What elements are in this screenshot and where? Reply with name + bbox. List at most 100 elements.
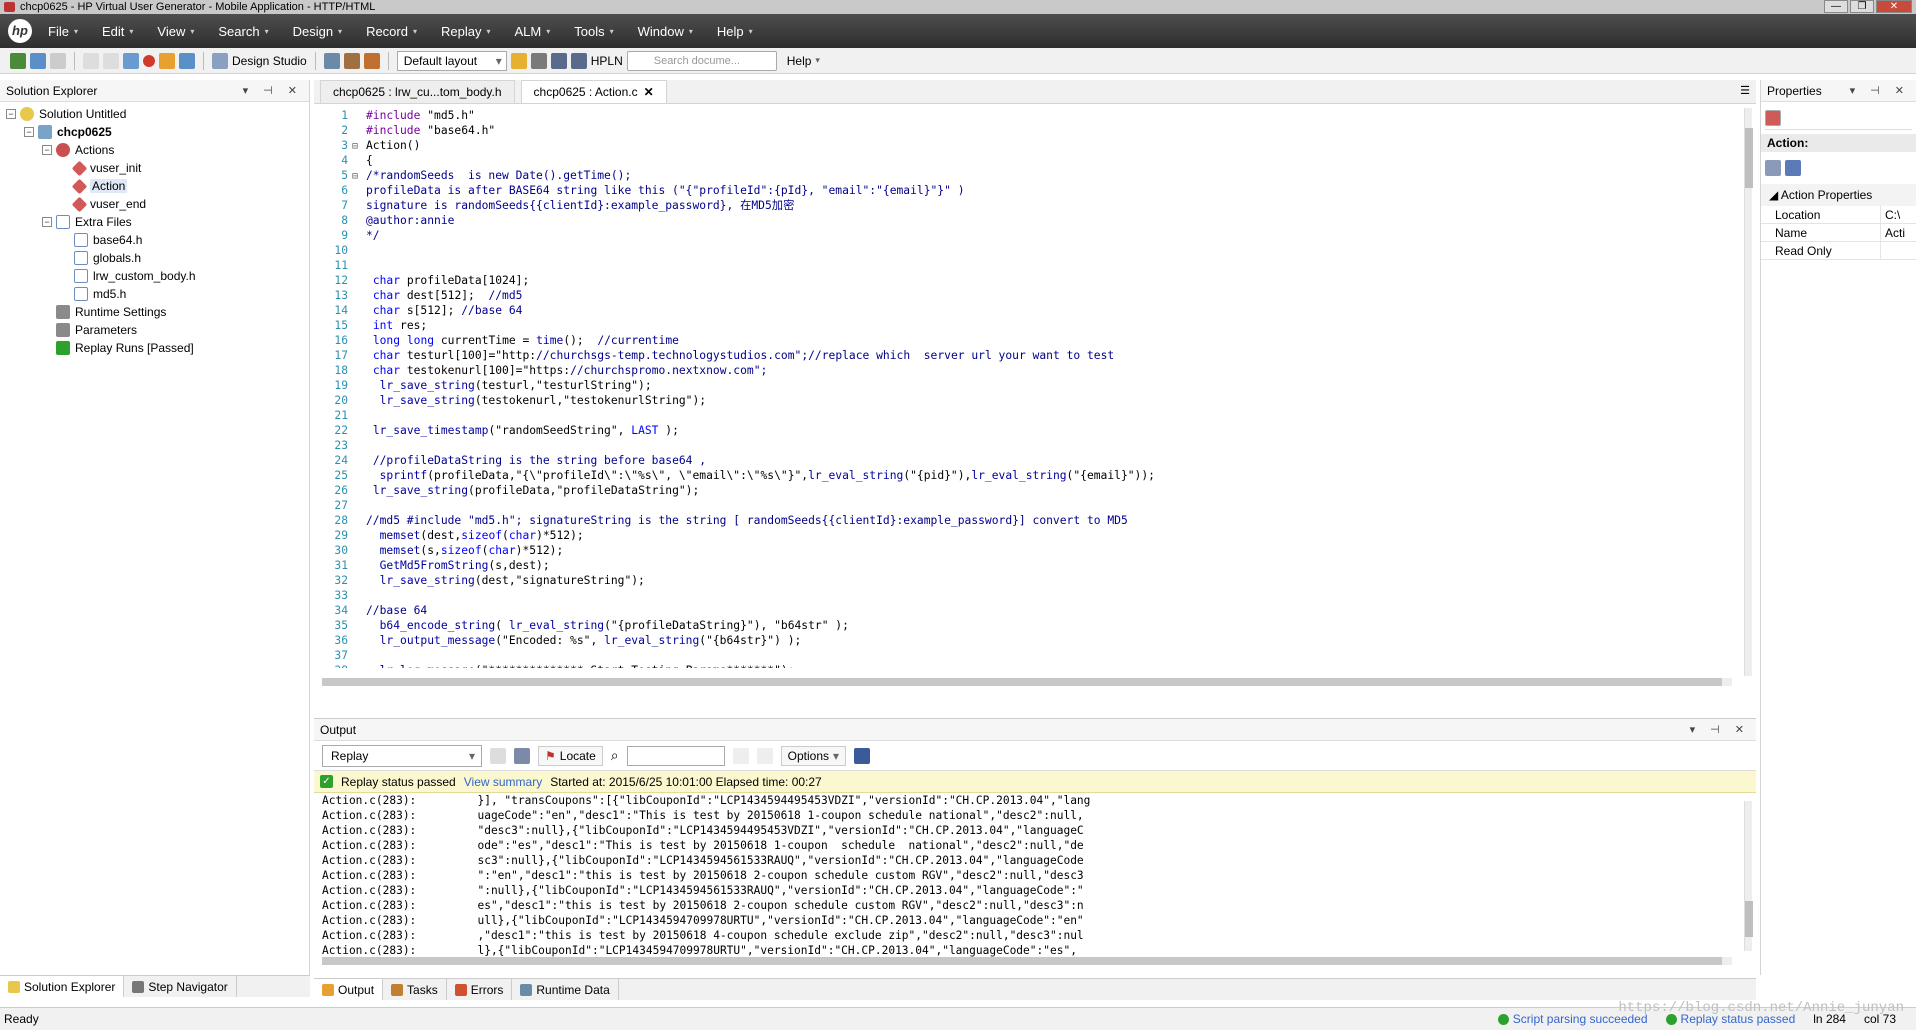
layout-icon[interactable] bbox=[570, 52, 587, 69]
menu-design[interactable]: Design ▾ bbox=[293, 24, 342, 39]
log-source[interactable]: Action.c(283): bbox=[322, 838, 464, 853]
collapse-toggle-icon[interactable]: − bbox=[24, 127, 34, 137]
tree-item-replay-runs-passed-[interactable]: Replay Runs [Passed] bbox=[0, 339, 309, 357]
tree-item-vuser-end[interactable]: vuser_end bbox=[0, 195, 309, 213]
tree-item-extra-files[interactable]: − Extra Files bbox=[0, 213, 309, 231]
code-line[interactable]: 24 //profileDataString is the string bef… bbox=[314, 453, 1744, 468]
pen-icon[interactable] bbox=[530, 52, 547, 69]
grid-icon[interactable] bbox=[550, 52, 567, 69]
tree-item-parameters[interactable]: Parameters bbox=[0, 321, 309, 339]
menu-tools[interactable]: Tools ▾ bbox=[574, 24, 613, 39]
tab-tasks[interactable]: Tasks bbox=[383, 979, 447, 1000]
code-line[interactable]: 35 b64_encode_string( lr_eval_string("{p… bbox=[314, 618, 1744, 633]
log-source[interactable]: Action.c(283): bbox=[322, 898, 464, 913]
search-icon[interactable]: ⌕ bbox=[611, 747, 619, 764]
clear-icon[interactable] bbox=[490, 747, 506, 764]
tree-view-icon[interactable] bbox=[323, 52, 340, 69]
editor-horizontal-scrollbar[interactable] bbox=[322, 678, 1732, 686]
code-line[interactable]: 29 memset(dest,sizeof(char)*512); bbox=[314, 528, 1744, 543]
save-icon[interactable] bbox=[50, 52, 66, 69]
output-horizontal-scrollbar[interactable] bbox=[322, 957, 1732, 965]
hpln-button[interactable]: HPLN bbox=[591, 54, 623, 68]
code-line[interactable]: 25 sprintf(profileData,"{\"profileId\":\… bbox=[314, 468, 1744, 483]
close-button[interactable]: ✕ bbox=[1876, 0, 1912, 13]
property-row[interactable]: Read Only bbox=[1761, 242, 1916, 260]
pane-controls[interactable]: ▾ ⊣ ✕ bbox=[1850, 80, 1910, 102]
code-line[interactable]: 17 char testurl[100]="http://churchsgs-t… bbox=[314, 348, 1744, 363]
tab-list-icon[interactable]: ☰ bbox=[1740, 84, 1750, 97]
locate-button[interactable]: ⚑ Locate bbox=[538, 745, 603, 766]
code-line[interactable]: 34 //base 64 bbox=[314, 603, 1744, 618]
action-properties-icon[interactable] bbox=[1765, 109, 1781, 126]
code-line[interactable]: 33 bbox=[314, 588, 1744, 603]
code-line[interactable]: 4{ bbox=[314, 153, 1744, 168]
regenerate-icon[interactable] bbox=[159, 52, 175, 69]
pane-controls[interactable]: ▾ ⊣ ✕ bbox=[243, 80, 303, 102]
tab-solution-explorer[interactable]: Solution Explorer bbox=[0, 976, 125, 997]
next-icon[interactable] bbox=[756, 747, 773, 764]
properties-category[interactable]: ◢ Action Properties bbox=[1761, 184, 1916, 206]
tree-item-actions[interactable]: − Actions bbox=[0, 141, 309, 159]
code-line[interactable]: 9 */ bbox=[314, 228, 1744, 243]
categorized-icon[interactable] bbox=[1765, 160, 1781, 176]
code-line[interactable]: 10 bbox=[314, 243, 1744, 258]
scroll-thumb[interactable] bbox=[1745, 128, 1753, 188]
tree-item-chcp0625[interactable]: − chcp0625 bbox=[0, 123, 309, 141]
code-line[interactable]: 30 memset(s,sizeof(char)*512); bbox=[314, 543, 1744, 558]
design-studio-button[interactable]: Design Studio bbox=[232, 54, 307, 68]
code-line[interactable]: 13 char dest[512]; //md5 bbox=[314, 288, 1744, 303]
help-button[interactable]: Help bbox=[787, 54, 812, 68]
code-line[interactable]: 19 lr_save_string(testurl,"testurlString… bbox=[314, 378, 1744, 393]
log-source[interactable]: Action.c(283): bbox=[322, 853, 464, 868]
menu-record[interactable]: Record ▾ bbox=[366, 24, 417, 39]
replay-icon[interactable] bbox=[179, 52, 195, 69]
tree-item-vuser-init[interactable]: vuser_init bbox=[0, 159, 309, 177]
code-line[interactable]: 20 lr_save_string(testokenurl,"testokenu… bbox=[314, 393, 1744, 408]
collapse-toggle-icon[interactable]: − bbox=[42, 217, 52, 227]
menu-window[interactable]: Window ▾ bbox=[638, 24, 693, 39]
code-line[interactable]: 8 @author:annie bbox=[314, 213, 1744, 228]
menu-edit[interactable]: Edit ▾ bbox=[102, 24, 133, 39]
tree-item-md5-h[interactable]: md5.h bbox=[0, 285, 309, 303]
tab-lrw-custom-body[interactable]: chcp0625 : lrw_cu...tom_body.h bbox=[320, 80, 515, 103]
code-line[interactable]: 12 char profileData[1024]; bbox=[314, 273, 1744, 288]
log-source[interactable]: Action.c(283): bbox=[322, 928, 464, 943]
code-line[interactable]: 31 GetMd5FromString(s,dest); bbox=[314, 558, 1744, 573]
code-line[interactable]: 38 lr_log_message("************** Start … bbox=[314, 663, 1744, 668]
menu-file[interactable]: File ▾ bbox=[48, 24, 78, 39]
log-source[interactable]: Action.c(283): bbox=[322, 823, 464, 838]
editor-vertical-scrollbar[interactable] bbox=[1744, 108, 1753, 676]
code-line[interactable]: 21 bbox=[314, 408, 1744, 423]
log-source[interactable]: Action.c(283): bbox=[322, 868, 464, 883]
code-line[interactable]: 5 ⊟/*randomSeeds is new Date().getTime(); bbox=[314, 168, 1744, 183]
menu-alm[interactable]: ALM ▾ bbox=[514, 24, 550, 39]
tree-item-base64-h[interactable]: base64.h bbox=[0, 231, 309, 249]
maximize-button[interactable]: ❐ bbox=[1850, 0, 1874, 13]
property-row[interactable]: Name Acti bbox=[1761, 224, 1916, 242]
code-line[interactable]: 26 lr_save_string(profileData,"profileDa… bbox=[314, 483, 1744, 498]
code-line[interactable]: 22 lr_save_timestamp("randomSeedString",… bbox=[314, 423, 1744, 438]
tree-item-lrw-custom-body-h[interactable]: lrw_custom_body.h bbox=[0, 267, 309, 285]
output-log[interactable]: Action.c(283): }], "transCoupons":[{"lib… bbox=[314, 793, 1756, 963]
tab-step-navigator[interactable]: Step Navigator bbox=[124, 976, 237, 997]
open-icon[interactable] bbox=[30, 52, 46, 69]
layout-dropdown[interactable]: Default layout bbox=[396, 50, 507, 71]
scroll-thumb[interactable] bbox=[1745, 901, 1753, 937]
code-line[interactable]: 27 bbox=[314, 498, 1744, 513]
copy-icon[interactable] bbox=[514, 747, 530, 764]
menu-view[interactable]: View ▾ bbox=[157, 24, 194, 39]
property-row[interactable]: Location C:\ bbox=[1761, 206, 1916, 224]
menu-replay[interactable]: Replay ▾ bbox=[441, 24, 490, 39]
redo-icon[interactable] bbox=[103, 52, 119, 69]
tab-runtime-data[interactable]: Runtime Data bbox=[512, 979, 619, 1000]
scroll-thumb[interactable] bbox=[322, 957, 1722, 965]
log-source[interactable]: Action.c(283): bbox=[322, 943, 464, 958]
options-button[interactable]: Options ▾ bbox=[780, 745, 847, 766]
tree-item-runtime-settings[interactable]: Runtime Settings bbox=[0, 303, 309, 321]
output-search-input[interactable] bbox=[626, 745, 725, 766]
shield-icon[interactable] bbox=[510, 52, 527, 69]
search-documentation-input[interactable]: Search docume... bbox=[626, 50, 777, 71]
code-line[interactable]: 7 signature is randomSeeds{{clientId}:exa… bbox=[314, 198, 1744, 213]
tab-output[interactable]: Output bbox=[314, 979, 384, 1000]
code-line[interactable]: 23 bbox=[314, 438, 1744, 453]
